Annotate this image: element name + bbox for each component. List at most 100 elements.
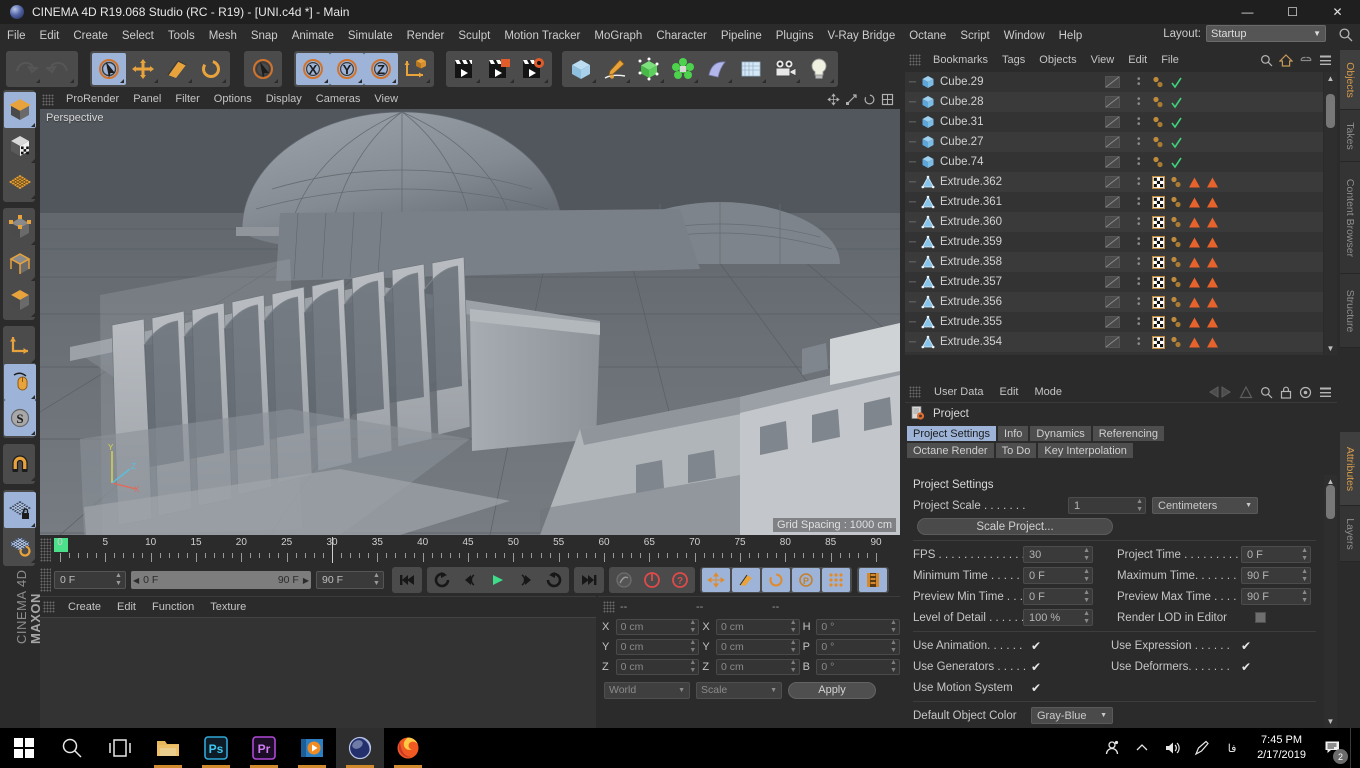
selection-tag-icon[interactable] xyxy=(1188,216,1201,229)
taskbar-photoshop-icon[interactable]: Ps xyxy=(192,728,240,768)
toggle-checkbox[interactable]: ✔ xyxy=(1031,681,1059,695)
panel-grip-icon[interactable] xyxy=(40,538,51,562)
cube-primitive-icon[interactable] xyxy=(564,53,598,85)
maximize-button[interactable]: ☐ xyxy=(1270,0,1315,24)
live-selection-icon[interactable] xyxy=(92,53,126,85)
visibility-box-icon[interactable] xyxy=(1105,176,1120,188)
material-menu-texture[interactable]: Texture xyxy=(202,597,254,617)
viewport-move-icon[interactable] xyxy=(827,93,840,106)
scrollbar-thumb[interactable] xyxy=(1326,485,1335,519)
lock-icon[interactable] xyxy=(1280,386,1292,399)
object-row[interactable]: ─ Extrude.359 • • xyxy=(905,232,1323,252)
spinner-icon[interactable]: ▲ ▼ xyxy=(1083,568,1090,584)
green-check-icon[interactable] xyxy=(1170,156,1183,169)
phong-tag-icon[interactable] xyxy=(1170,256,1183,269)
history-forward-icon[interactable] xyxy=(1239,385,1253,399)
axis-modify-icon[interactable] xyxy=(4,328,36,364)
menu-v-ray-bridge[interactable]: V-Ray Bridge xyxy=(820,24,902,48)
coord-system-dropdown[interactable]: World ▼ xyxy=(604,681,690,699)
visibility-box-icon[interactable] xyxy=(1105,196,1120,208)
next-frame-icon[interactable] xyxy=(512,568,540,592)
toggle-checkbox[interactable]: ✔ xyxy=(1241,660,1251,674)
visibility-dots-icon[interactable]: • • xyxy=(1137,95,1141,110)
rotate-icon[interactable] xyxy=(194,53,228,85)
objmgr-menu-file[interactable]: File xyxy=(1154,50,1186,70)
attribute-scrollbar[interactable]: ▲ ▼ xyxy=(1324,475,1337,728)
visibility-dots-icon[interactable]: • • xyxy=(1137,235,1141,250)
coord-size-field[interactable]: 0 cm ▲ ▼ xyxy=(716,639,800,655)
texture-tag-icon[interactable] xyxy=(1152,275,1165,289)
attr-menu-edit[interactable]: Edit xyxy=(992,382,1027,402)
visibility-box-icon[interactable] xyxy=(1105,256,1120,268)
visibility-dots-icon[interactable]: • • xyxy=(1137,115,1141,130)
undo-icon[interactable] xyxy=(8,53,42,85)
spinner-icon[interactable]: ▲ ▼ xyxy=(1301,547,1308,563)
menu-simulate[interactable]: Simulate xyxy=(341,24,400,48)
viewport-menu-panel[interactable]: Panel xyxy=(126,90,168,109)
field-input[interactable]: 0 F ▲ ▼ xyxy=(1023,588,1093,605)
viewport-solo-icon[interactable] xyxy=(4,364,36,400)
scene-floor-icon[interactable] xyxy=(734,53,768,85)
show-hidden-icons-icon[interactable] xyxy=(1127,728,1157,768)
history-back-icon[interactable] xyxy=(1208,386,1232,398)
volume-icon[interactable] xyxy=(1157,728,1187,768)
scroll-down-arrow-icon[interactable]: ▼ xyxy=(1326,717,1335,726)
visibility-box-icon[interactable] xyxy=(1105,336,1120,348)
coord-size-field[interactable]: 0 cm ▲ ▼ xyxy=(716,659,800,675)
preview-range-bar[interactable]: ◀ 0 F 90 F ▶ xyxy=(131,571,311,589)
visibility-toggles[interactable] xyxy=(1105,156,1135,168)
visibility-box-icon[interactable] xyxy=(1105,136,1120,148)
visibility-dots-icon[interactable]: • • xyxy=(1137,255,1141,270)
visibility-toggles[interactable] xyxy=(1105,136,1135,148)
phong-tag-icon[interactable] xyxy=(1170,336,1183,349)
camera-icon[interactable] xyxy=(768,53,802,85)
visibility-toggles[interactable] xyxy=(1105,176,1135,188)
phong-tag-icon[interactable] xyxy=(1170,296,1183,309)
search-icon[interactable] xyxy=(1260,386,1273,399)
visibility-toggles[interactable] xyxy=(1105,276,1135,288)
menu-mesh[interactable]: Mesh xyxy=(202,24,244,48)
texture-tag-icon[interactable] xyxy=(1152,315,1165,329)
objmgr-menu-objects[interactable]: Objects xyxy=(1032,50,1083,70)
taskbar-task-view-icon[interactable] xyxy=(96,728,144,768)
material-menu-create[interactable]: Create xyxy=(60,597,109,617)
field-input[interactable]: 0 F ▲ ▼ xyxy=(1241,546,1311,563)
vertical-tab-layers[interactable]: Layers xyxy=(1340,506,1360,562)
visibility-dots-icon[interactable] xyxy=(1152,76,1165,89)
field-input[interactable]: 90 F ▲ ▼ xyxy=(1241,567,1311,584)
scale-icon[interactable] xyxy=(160,53,194,85)
language-indicator[interactable]: فا xyxy=(1217,728,1247,768)
visibility-toggles[interactable] xyxy=(1105,196,1135,208)
material-menu-function[interactable]: Function xyxy=(144,597,202,617)
tab-dynamics[interactable]: Dynamics xyxy=(1030,426,1091,441)
selection-tag-icon[interactable] xyxy=(1188,196,1201,209)
spinner-icon[interactable]: ▲ ▼ xyxy=(372,572,381,588)
green-check-icon[interactable] xyxy=(1170,96,1183,109)
spinner-icon[interactable]: ▲ ▼ xyxy=(1083,589,1090,605)
workplane-lock-icon[interactable] xyxy=(4,492,36,528)
spinner-icon[interactable]: ▲ ▼ xyxy=(1083,610,1090,626)
move-icon[interactable] xyxy=(126,53,160,85)
attr-menu-mode[interactable]: Mode xyxy=(1027,382,1071,402)
visibility-dots-icon[interactable]: • • xyxy=(1137,195,1141,210)
viewport-menu-filter[interactable]: Filter xyxy=(168,90,206,109)
coord-rotation-field[interactable]: 0 ° ▲ ▼ xyxy=(816,659,900,675)
range-left-arrow-icon[interactable]: ◀ xyxy=(133,576,139,585)
phong-tag-icon[interactable] xyxy=(1170,316,1183,329)
project-scale-field[interactable]: 1 ▲ ▼ xyxy=(1068,497,1146,514)
spinner-icon[interactable]: ▲ ▼ xyxy=(1301,589,1308,605)
cursor-tool-icon[interactable] xyxy=(246,53,280,85)
viewport-maximize-icon[interactable] xyxy=(881,93,894,106)
menu-motion-tracker[interactable]: Motion Tracker xyxy=(497,24,587,48)
edges-mode-icon[interactable] xyxy=(4,246,36,282)
green-check-icon[interactable] xyxy=(1170,136,1183,149)
viewport-menu-prorender[interactable]: ProRender xyxy=(59,90,126,109)
visibility-dots-icon[interactable]: • • xyxy=(1137,155,1141,170)
spinner-icon[interactable]: ▲ ▼ xyxy=(890,659,897,675)
toggle-checkbox[interactable]: ✔ xyxy=(1031,639,1059,653)
scroll-up-arrow-icon[interactable]: ▲ xyxy=(1326,74,1335,83)
object-row[interactable]: ─ Cube.31 • • xyxy=(905,112,1323,132)
viewport-scale-icon[interactable] xyxy=(845,93,858,106)
spinner-icon[interactable]: ▲ ▼ xyxy=(890,619,897,635)
selection-tag-icon[interactable] xyxy=(1188,176,1201,189)
